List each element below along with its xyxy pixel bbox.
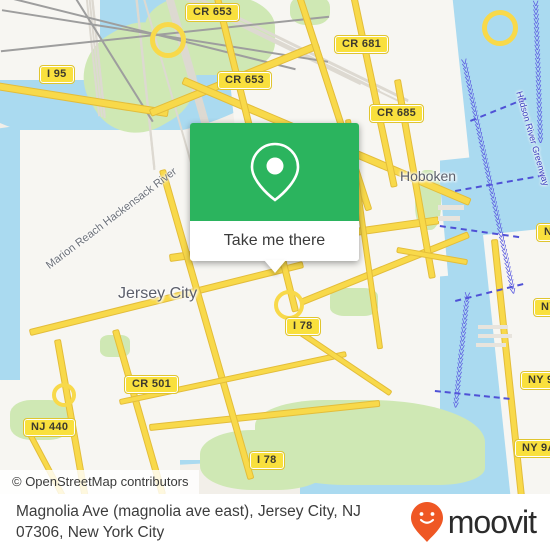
interchange-ramp-circle xyxy=(274,290,304,320)
map-attribution[interactable]: © OpenStreetMap contributors xyxy=(0,470,199,494)
road-shield-nj440[interactable]: NJ 440 xyxy=(22,418,77,437)
place-label-hoboken: Hoboken xyxy=(400,168,457,184)
moovit-pin-icon xyxy=(410,502,443,542)
road-shield-ny-upper[interactable]: NY xyxy=(536,223,550,242)
pier-a xyxy=(478,325,508,329)
road-shield-cr501[interactable]: CR 501 xyxy=(123,375,180,394)
road-shield-cr681[interactable]: CR 681 xyxy=(333,35,390,54)
moovit-logo[interactable]: moovit xyxy=(410,501,537,543)
location-popup[interactable]: Take me there xyxy=(190,123,359,273)
road-shield-i78-south[interactable]: I 78 xyxy=(249,451,285,470)
footer-bar: Magnolia Ave (magnolia ave east), Jersey… xyxy=(0,494,550,550)
pier-hoboken-2 xyxy=(438,216,460,221)
pier-hoboken xyxy=(438,205,464,210)
road-shield-cr653-mid[interactable]: CR 653 xyxy=(216,71,273,90)
road-shield-ny-mid[interactable]: NY xyxy=(533,298,550,317)
ferry-wake-upper: >>>>>>>>>>>>>>>>>>>>>>>>>>>>>>>> xyxy=(529,0,546,142)
road-shield-ny9[interactable]: NY 9 xyxy=(519,371,550,390)
road-shield-cr685[interactable]: CR 685 xyxy=(368,104,425,123)
road-shield-i78-mid[interactable]: I 78 xyxy=(285,317,321,336)
interchange-tonnelle-circle xyxy=(150,22,186,58)
pier-b xyxy=(478,334,512,338)
interchange-hoboken-circle xyxy=(482,10,518,46)
road-shield-cr653-north[interactable]: CR 653 xyxy=(184,3,241,22)
take-me-there-button[interactable]: Take me there xyxy=(190,221,359,261)
map-pin-icon xyxy=(250,142,299,202)
map-canvas[interactable]: >>>>>>>>>>>>>>>>>>>>>>>>>>>>>>>>>>>>>>>>… xyxy=(0,0,550,494)
interchange-west-circle xyxy=(52,383,76,407)
pier-c xyxy=(476,343,506,347)
popup-tail xyxy=(263,260,286,273)
address-text: Magnolia Ave (magnolia ave east), Jersey… xyxy=(16,503,361,541)
take-me-there-label: Take me there xyxy=(223,232,326,249)
road-shield-ny9a[interactable]: NY 9A xyxy=(514,439,550,458)
popup-header xyxy=(190,123,359,221)
place-label-jersey-city: Jersey City xyxy=(118,285,198,302)
map-screenshot: >>>>>>>>>>>>>>>>>>>>>>>>>>>>>>>>>>>>>>>>… xyxy=(0,0,550,550)
road-shield-i95[interactable]: I 95 xyxy=(39,65,75,84)
moovit-wordmark: moovit xyxy=(447,503,537,540)
